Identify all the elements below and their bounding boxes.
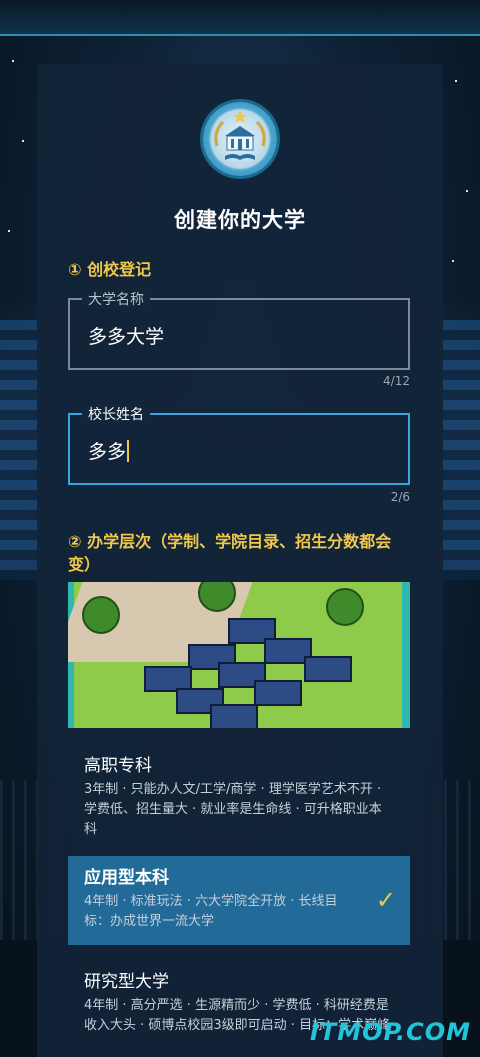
- create-university-panel: 创建你的大学 ① 创校登记 大学名称 多多大学 4/12 校长姓名 多多 2/6…: [37, 64, 443, 1057]
- selected-check-icon: ✓: [375, 886, 396, 914]
- university-emblem-icon: [203, 102, 277, 176]
- president-name-counter: 2/6: [390, 490, 410, 504]
- pingpong-table: [254, 680, 302, 706]
- pingpong-table: [304, 656, 352, 682]
- university-name-field[interactable]: 大学名称 多多大学: [68, 289, 410, 370]
- text-cursor: [127, 440, 130, 462]
- section-level-heading: ② 办学层次（学制、学院目录、招生分数都会变）: [68, 532, 392, 574]
- illustration-border: [402, 582, 410, 728]
- star: [8, 230, 10, 232]
- option-description: 4年制 · 标准玩法 · 六大学院全开放 · 长线目标：办成世界一流大学: [84, 894, 338, 929]
- president-name-field[interactable]: 校长姓名 多多: [68, 404, 410, 485]
- pingpong-table: [210, 704, 258, 728]
- background-left-building: [0, 320, 40, 580]
- star: [455, 80, 457, 82]
- top-bar: [0, 0, 480, 36]
- page-title: 创建你的大学: [174, 208, 306, 232]
- president-name-input[interactable]: 多多: [88, 437, 130, 464]
- tree: [82, 596, 120, 634]
- tree: [326, 588, 364, 626]
- star: [22, 140, 24, 142]
- background-right-building: [440, 320, 480, 580]
- option-applied-undergraduate[interactable]: 应用型本科 4年制 · 标准玩法 · 六大学院全开放 · 长线目标：办成世界一流…: [68, 856, 410, 945]
- president-name-value: 多多: [88, 441, 127, 463]
- option-title: 研究型大学: [84, 972, 169, 992]
- star: [452, 260, 454, 262]
- university-name-label: 大学名称: [82, 289, 150, 309]
- university-name-counter: 4/12: [383, 374, 410, 388]
- option-vocational-college[interactable]: 高职专科 3年制 · 只能办人文/工学/商学 · 理学医学艺术不开 · 学费低、…: [68, 744, 410, 850]
- section-registration-heading: ① 创校登记: [68, 260, 152, 279]
- star: [12, 60, 14, 62]
- president-name-label: 校长姓名: [82, 404, 150, 424]
- option-description: 3年制 · 只能办人文/工学/商学 · 理学医学艺术不开 · 学费低、招生量大 …: [84, 782, 382, 837]
- option-title: 高职专科: [84, 756, 152, 776]
- campus-illustration: [68, 582, 410, 728]
- star: [466, 190, 468, 192]
- option-title: 应用型本科: [84, 868, 169, 888]
- watermark: ITMOP.COM: [310, 1018, 472, 1046]
- university-name-value[interactable]: 多多大学: [88, 322, 164, 349]
